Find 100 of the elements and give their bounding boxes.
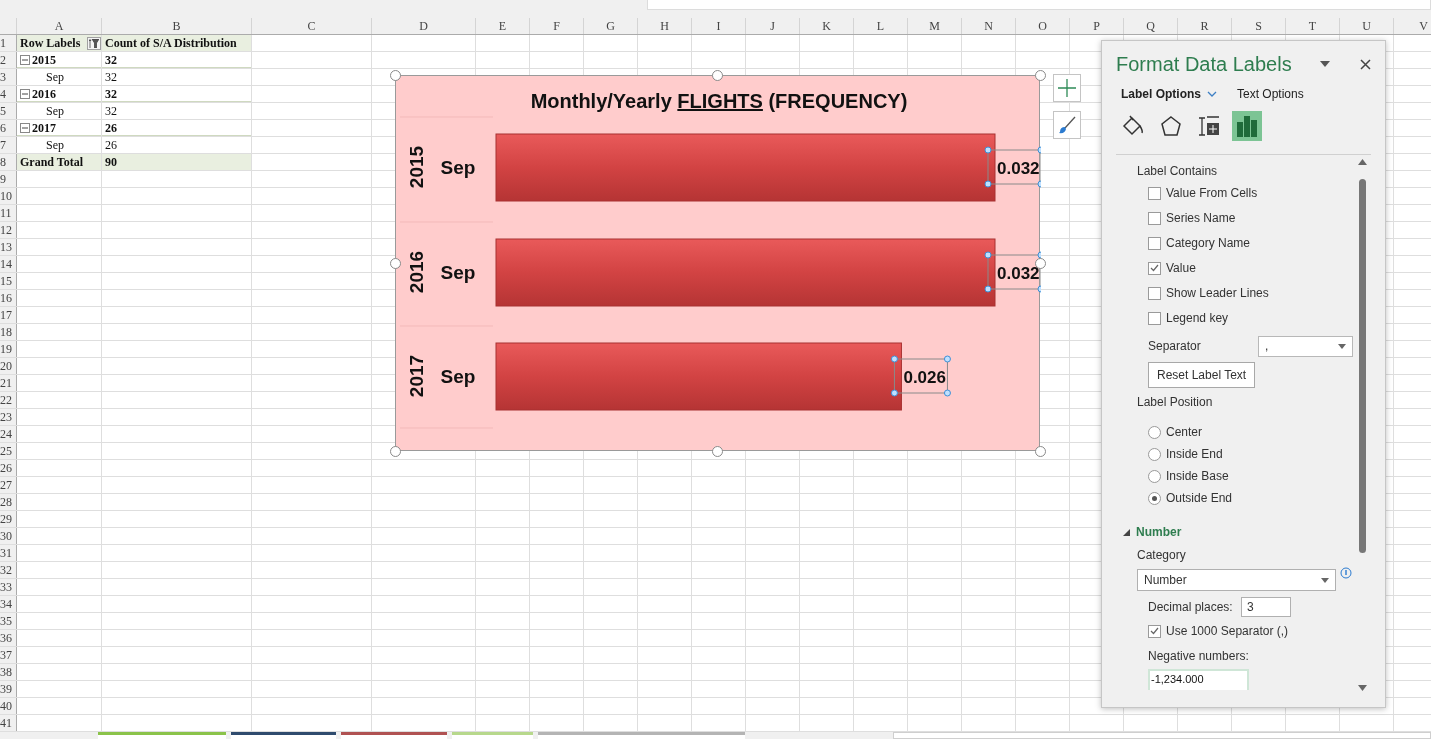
- column-header[interactable]: O: [1016, 18, 1070, 34]
- column-header[interactable]: A: [17, 18, 102, 34]
- checkbox[interactable]: [1148, 624, 1161, 638]
- scrollbar-thumb[interactable]: [1358, 179, 1366, 553]
- checkbox[interactable]: [1148, 211, 1161, 225]
- resize-handle[interactable]: [712, 446, 723, 457]
- row-header[interactable]: 3: [0, 69, 17, 85]
- column-header[interactable]: K: [800, 18, 854, 34]
- row-header[interactable]: 28: [0, 494, 17, 510]
- resize-handle[interactable]: [390, 446, 401, 457]
- row-header[interactable]: 41: [0, 715, 17, 731]
- radio-button[interactable]: [1148, 425, 1161, 439]
- selection-handle[interactable]: [890, 389, 898, 397]
- data-label[interactable]: 0.032: [997, 159, 1040, 178]
- row-header[interactable]: 31: [0, 545, 17, 561]
- vertical-scrollbar[interactable]: [1355, 159, 1369, 691]
- list-item[interactable]: -1,234.000: [1150, 671, 1247, 688]
- row-header[interactable]: 22: [0, 392, 17, 408]
- sheet-tab[interactable]: [341, 732, 447, 739]
- checkbox[interactable]: [1148, 311, 1161, 325]
- row-header[interactable]: 1: [0, 35, 17, 51]
- resize-handle[interactable]: [1035, 70, 1046, 81]
- row-header[interactable]: 15: [0, 273, 17, 289]
- selection-handle[interactable]: [984, 285, 992, 293]
- column-header[interactable]: R: [1178, 18, 1232, 34]
- row-header[interactable]: 34: [0, 596, 17, 612]
- row-header[interactable]: 23: [0, 409, 17, 425]
- sheet-tab[interactable]: [231, 732, 336, 739]
- checkbox-label[interactable]: Show Leader Lines: [1166, 284, 1269, 302]
- selection-handle[interactable]: [943, 355, 951, 363]
- row-header[interactable]: 17: [0, 307, 17, 323]
- scroll-down-icon[interactable]: [1357, 685, 1367, 691]
- column-header[interactable]: M: [908, 18, 962, 34]
- row-header[interactable]: 39: [0, 681, 17, 697]
- checkbox-label[interactable]: Series Name: [1166, 209, 1236, 227]
- row-header[interactable]: 32: [0, 562, 17, 578]
- data-label[interactable]: 0.032: [997, 264, 1040, 283]
- collapse-icon[interactable]: [20, 54, 30, 65]
- row-header[interactable]: 35: [0, 613, 17, 629]
- radio-label[interactable]: Center: [1166, 423, 1203, 441]
- column-header[interactable]: V: [1394, 18, 1431, 34]
- selection-handle[interactable]: [1037, 285, 1041, 293]
- row-header[interactable]: 25: [0, 443, 17, 459]
- row-header[interactable]: 38: [0, 664, 17, 680]
- row-header[interactable]: 36: [0, 630, 17, 646]
- checkbox-label[interactable]: Category Name: [1166, 234, 1251, 252]
- data-label-frame[interactable]: [987, 254, 1041, 290]
- selection-handle[interactable]: [890, 355, 898, 363]
- row-header[interactable]: 4: [0, 86, 17, 102]
- radio-button[interactable]: [1148, 491, 1161, 505]
- row-header[interactable]: 6: [0, 120, 17, 136]
- row-header[interactable]: 7: [0, 137, 17, 153]
- selection-handle[interactable]: [1037, 180, 1041, 188]
- collapse-icon[interactable]: [20, 122, 30, 133]
- close-icon[interactable]: [1360, 58, 1371, 70]
- column-header[interactable]: S: [1232, 18, 1286, 34]
- row-header[interactable]: 14: [0, 256, 17, 272]
- resize-handle[interactable]: [1035, 446, 1046, 457]
- column-header[interactable]: J: [746, 18, 800, 34]
- row-header[interactable]: 11: [0, 205, 17, 221]
- column-header[interactable]: L: [854, 18, 908, 34]
- checkbox-label[interactable]: Value From Cells: [1166, 184, 1258, 202]
- column-header[interactable]: D: [372, 18, 476, 34]
- chart-styles-button[interactable]: [1053, 111, 1081, 139]
- data-label[interactable]: 0.026: [903, 368, 946, 387]
- row-header[interactable]: 12: [0, 222, 17, 238]
- column-header[interactable]: H: [638, 18, 692, 34]
- collapse-icon[interactable]: [20, 88, 30, 99]
- row-header[interactable]: 40: [0, 698, 17, 714]
- radio-label[interactable]: Inside Base: [1166, 467, 1229, 485]
- row-header[interactable]: 2: [0, 52, 17, 68]
- row-header[interactable]: 27: [0, 477, 17, 493]
- horizontal-scrollbar[interactable]: [893, 732, 1431, 739]
- panel-tab[interactable]: Text Options: [1237, 85, 1304, 103]
- resize-handle[interactable]: [390, 258, 401, 269]
- selection-handle[interactable]: [984, 146, 992, 154]
- section-toggle[interactable]: Number: [1123, 523, 1355, 541]
- chart-area[interactable]: Monthly/Yearly FLIGHTS (FREQUENCY) 2015 Sep 0.032 2016 Sep 0.032 2017 Sep 0.026: [395, 75, 1040, 451]
- chart-elements-button[interactable]: [1053, 74, 1081, 102]
- column-header[interactable]: I: [692, 18, 746, 34]
- row-header[interactable]: 9: [0, 171, 17, 187]
- checkbox-label[interactable]: Use 1000 Separator (,): [1166, 622, 1289, 640]
- selection-handle[interactable]: [984, 180, 992, 188]
- data-label-frame[interactable]: [987, 149, 1041, 185]
- reset-label-text-button[interactable]: Reset Label Text: [1148, 362, 1256, 388]
- column-header[interactable]: U: [1340, 18, 1394, 34]
- decimal-places-field[interactable]: 3: [1241, 597, 1291, 617]
- radio-label[interactable]: Inside End: [1166, 445, 1223, 463]
- dropdown-caret-icon[interactable]: [1320, 61, 1330, 67]
- checkbox[interactable]: [1148, 236, 1161, 250]
- data-label-frame[interactable]: [893, 358, 948, 394]
- column-header[interactable]: N: [962, 18, 1016, 34]
- selection-handle[interactable]: [943, 389, 951, 397]
- radio-button[interactable]: [1148, 447, 1161, 461]
- row-header[interactable]: 18: [0, 324, 17, 340]
- row-header[interactable]: 13: [0, 239, 17, 255]
- column-header[interactable]: B: [102, 18, 252, 34]
- category-dropdown[interactable]: Number: [1137, 569, 1336, 591]
- row-header[interactable]: 24: [0, 426, 17, 442]
- panel-tab[interactable]: Label Options: [1121, 85, 1217, 103]
